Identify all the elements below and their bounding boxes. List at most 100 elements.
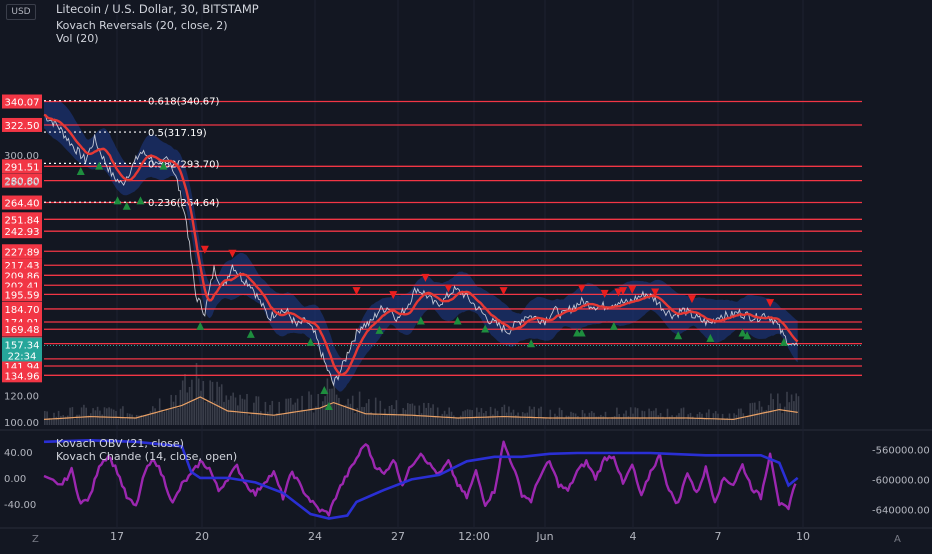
volume-bar [737, 408, 740, 425]
volume-bar [361, 406, 363, 425]
level-price-label: 264.40 [5, 199, 40, 210]
volume-bar [526, 412, 529, 425]
volume-bar [482, 413, 485, 425]
volume-bar [195, 363, 198, 425]
volume-bar [283, 413, 285, 425]
level-price-label: 184.70 [5, 305, 40, 316]
indicator-chande-label[interactable]: Kovach Chande (14, close, open) [56, 450, 237, 463]
volume-bar [135, 415, 138, 425]
indicator-obv-label[interactable]: Kovach OBV (21, close) [56, 437, 184, 450]
level-price-label: 242.93 [5, 227, 40, 238]
volume-bar [540, 406, 542, 425]
chande-tick-label: -40.00 [4, 500, 36, 511]
volume-bar [634, 407, 637, 425]
volume-bar [131, 414, 133, 425]
chart-canvas[interactable]: 340.07322.50291.51280.80264.40251.84242.… [0, 0, 932, 550]
volume-bar [204, 401, 207, 425]
y-tick-label: 280.00 [4, 178, 39, 189]
volume-bar [287, 398, 290, 425]
volume-bar [266, 411, 269, 425]
volume-bar [349, 403, 352, 425]
volume-bar [280, 413, 283, 425]
volume-bar [273, 415, 276, 425]
volume-bar [103, 407, 106, 425]
volume-bar [503, 404, 506, 425]
volume-bar [448, 407, 450, 425]
x-tick-label: 24 [308, 530, 322, 543]
volume-bar [181, 380, 184, 425]
volume-bar [170, 394, 172, 425]
volume-bar [535, 418, 538, 425]
chart-stage[interactable]: 340.07 322.50 291.51 280.80 264.40 251.84 242.… [0, 0, 932, 550]
indicator-reversals-label[interactable]: Kovach Reversals (20, close, 2) [56, 19, 228, 32]
volume-bar [687, 414, 689, 425]
volume-bar [783, 406, 786, 425]
volume-bar [558, 407, 561, 425]
volume-bar [46, 411, 48, 425]
currency-button[interactable]: USD [6, 4, 36, 20]
volume-bar [163, 411, 166, 425]
volume-bar [124, 417, 126, 425]
volume-bar [510, 412, 512, 425]
volume-bar [441, 413, 444, 425]
volume-bar [347, 398, 349, 425]
volume-bar [572, 412, 575, 425]
volume-bar [664, 418, 666, 425]
volume-bar [411, 403, 414, 425]
volume-bar [770, 393, 772, 425]
indicator-volume-label[interactable]: Vol (20) [56, 32, 99, 45]
volume-bar [71, 407, 74, 425]
volume-bar [696, 414, 699, 425]
volume-bar [508, 406, 510, 425]
support-resistance-levels: 340.07322.50291.51280.80264.40251.84242.… [2, 94, 862, 383]
volume-bar [439, 418, 441, 425]
fibonacci-label: 0.5(317.19) [148, 128, 207, 139]
volume-bar [524, 413, 526, 425]
level-price-label: 134.96 [5, 371, 40, 382]
volume-bar [476, 407, 478, 425]
volume-bar [719, 420, 722, 425]
x-tick-label: Jun [535, 530, 553, 543]
volume-bar [459, 415, 462, 425]
volume-bar [521, 412, 524, 425]
volume-bar [740, 408, 742, 425]
volume-bar [99, 410, 101, 425]
volume-bar [797, 396, 800, 425]
volume-bar [384, 408, 386, 425]
y-tick-label: 100.00 [4, 418, 39, 429]
volume-bar [760, 406, 763, 425]
volume-bar [793, 401, 795, 425]
volume-bar [271, 400, 274, 425]
volume-bar [623, 413, 625, 425]
volume-bar [666, 408, 669, 425]
volume-bar [44, 411, 46, 425]
auto-scale-icon[interactable]: A [894, 534, 901, 545]
volume-bar [657, 415, 660, 425]
volume-bar [443, 410, 446, 425]
volume-bar [278, 401, 280, 425]
timezone-icon[interactable]: Z [32, 534, 39, 545]
countdown-label: 22:34 [8, 351, 37, 362]
volume-bar [659, 413, 662, 425]
volume-bar [117, 418, 120, 425]
volume-bar [142, 415, 145, 425]
volume-bar [368, 399, 370, 425]
x-tick-label: 12:00 [458, 530, 490, 543]
volume-bar [404, 409, 407, 425]
volume-bar [223, 401, 225, 425]
volume-bar [248, 415, 251, 425]
volume-bar [538, 408, 540, 425]
volume-bar [354, 413, 356, 425]
volume-bar [731, 419, 733, 425]
volume-bar [544, 417, 547, 425]
volume-bar [675, 415, 678, 425]
volume-bar [407, 403, 409, 425]
volume-bar [62, 415, 64, 425]
y-tick-label: 300.00 [4, 151, 39, 162]
volume-bar [96, 406, 99, 425]
volume-bar [230, 395, 232, 425]
volume-bar [639, 418, 641, 425]
volume-bar [714, 411, 717, 425]
volatility-band [44, 100, 798, 392]
volume-bar [326, 378, 329, 425]
